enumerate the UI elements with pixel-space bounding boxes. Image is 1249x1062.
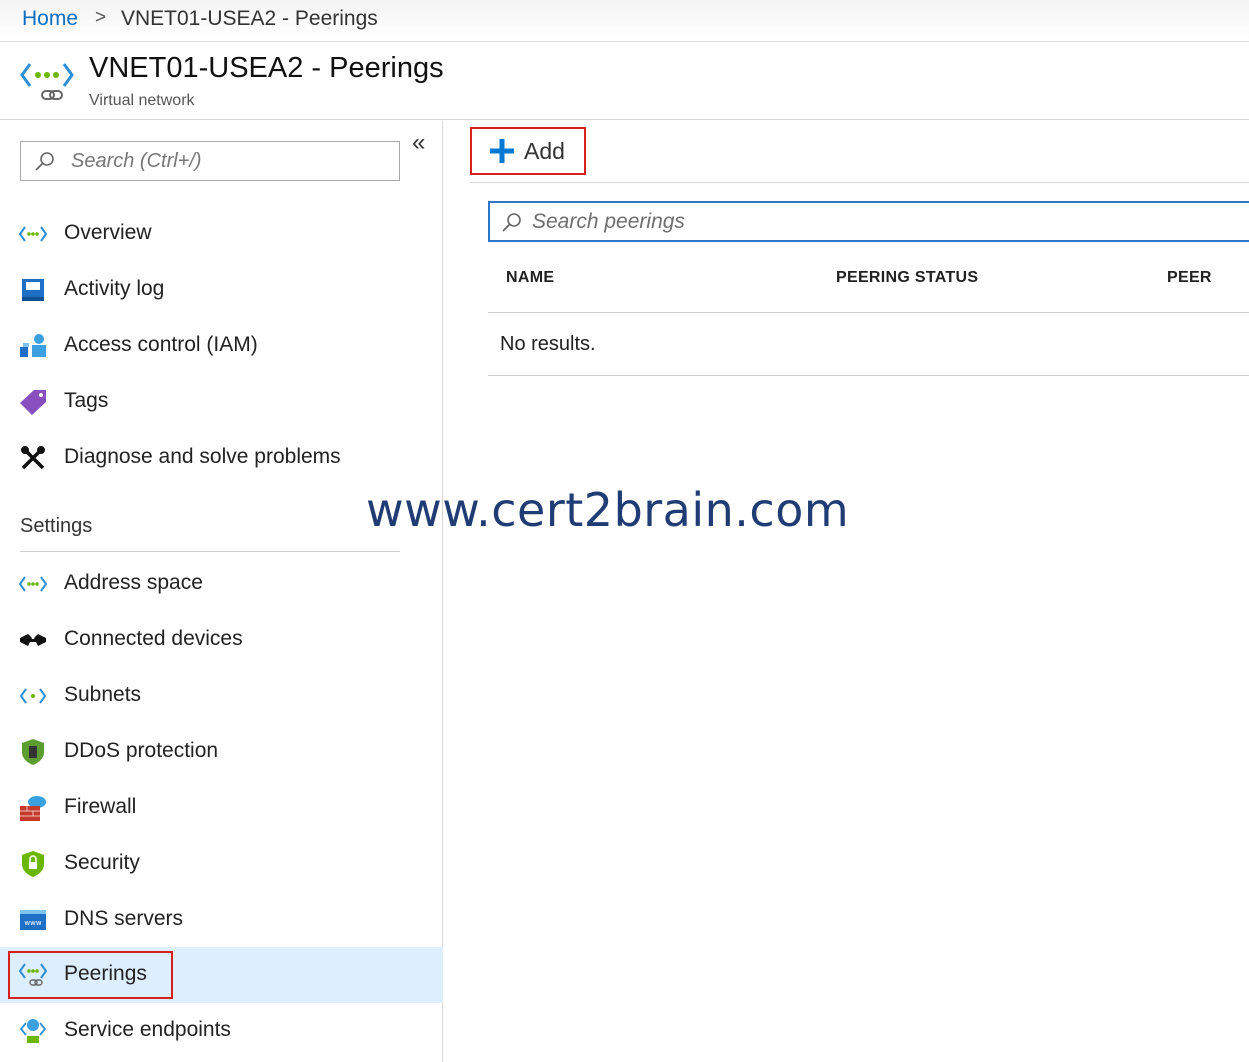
sidebar-item-label: Access control (IAM) <box>64 333 258 356</box>
search-icon <box>35 152 54 171</box>
sidebar-item-firewall[interactable]: Firewall <box>0 780 443 836</box>
sidebar-item-ddos-protection[interactable]: DDoS protection <box>0 724 443 780</box>
column-header-name[interactable]: NAME <box>506 269 554 287</box>
connected-devices-icon <box>18 626 48 654</box>
section-divider <box>20 551 400 552</box>
sidebar-item-diagnose[interactable]: Diagnose and solve problems <box>0 430 443 486</box>
settings-section-header: Settings <box>20 515 93 537</box>
vnet-icon <box>18 570 48 598</box>
page-subtitle: Virtual network <box>89 92 195 109</box>
svg-text:www: www <box>24 919 41 927</box>
security-shield-icon <box>18 850 48 878</box>
peerings-content: Add Search peerings NAME PEERING STATUS … <box>444 121 1249 1062</box>
sidebar-item-label: Subnets <box>64 683 142 706</box>
sidebar-item-overview[interactable]: Overview <box>0 206 443 262</box>
dns-icon: www <box>18 906 48 934</box>
peerings-highlight-box <box>8 951 173 999</box>
sidebar-item-activity-log[interactable]: Activity log <box>0 262 443 318</box>
menu-search-placeholder: Search (Ctrl+/) <box>71 149 202 172</box>
sidebar-item-label: DDoS protection <box>64 739 219 762</box>
watermark-text: www.cert2brain.com <box>366 483 850 537</box>
breadcrumb-home-link[interactable]: Home <box>22 7 78 31</box>
sidebar-item-service-endpoints[interactable]: Service endpoints <box>0 1003 443 1059</box>
sidebar-item-label: Diagnose and solve problems <box>64 445 341 468</box>
sidebar-item-address-space[interactable]: Address space <box>0 556 443 612</box>
sidebar-item-label: Address space <box>64 571 203 594</box>
peerings-search-input[interactable]: Search peerings <box>488 201 1249 242</box>
wrench-icon <box>18 444 48 472</box>
menu-search-input[interactable]: Search (Ctrl+/) <box>20 141 400 181</box>
sidebar-item-label: Activity log <box>64 277 165 300</box>
breadcrumb-separator: > <box>95 7 107 28</box>
sidebar-item-connected-devices[interactable]: Connected devices <box>0 612 443 668</box>
add-button-label: Add <box>524 137 565 164</box>
iam-icon <box>18 332 48 360</box>
vnet-icon <box>18 220 48 248</box>
command-bar: Add <box>470 121 1249 183</box>
column-header-peering-status[interactable]: PEERING STATUS <box>836 269 978 287</box>
sidebar-item-label: Firewall <box>64 795 137 818</box>
shield-icon <box>18 738 48 766</box>
column-header-peer[interactable]: PEER <box>1167 269 1212 287</box>
breadcrumb: Home > VNET01-USEA2 - Peerings <box>0 0 1249 42</box>
firewall-icon <box>18 794 48 822</box>
blade-header: VNET01-USEA2 - Peerings Virtual network <box>0 42 1249 120</box>
table-row: No results. <box>488 313 1249 376</box>
activity-log-icon <box>18 276 48 304</box>
vnet-peering-icon <box>20 63 74 100</box>
sidebar-item-security[interactable]: Security <box>0 836 443 892</box>
peerings-search-placeholder: Search peerings <box>532 209 685 233</box>
sidebar-item-tags[interactable]: Tags <box>0 374 443 430</box>
sidebar-item-label: Overview <box>64 221 152 244</box>
sidebar-item-subnets[interactable]: Subnets <box>0 668 443 724</box>
sidebar-item-label: Security <box>64 851 140 874</box>
sidebar-item-access-control[interactable]: Access control (IAM) <box>0 318 443 374</box>
empty-results-text: No results. <box>500 333 596 355</box>
breadcrumb-current: VNET01-USEA2 - Peerings <box>121 7 378 30</box>
tag-icon <box>18 388 48 416</box>
resource-menu: « Search (Ctrl+/) Overview Activity log … <box>0 121 443 1062</box>
plus-icon <box>490 139 514 163</box>
sidebar-item-dns-servers[interactable]: www DNS servers <box>0 892 443 948</box>
sidebar-item-label: DNS servers <box>64 907 184 930</box>
sidebar-item-label: Connected devices <box>64 627 243 650</box>
collapse-menu-button[interactable]: « <box>412 129 425 157</box>
service-endpoint-icon <box>18 1017 48 1045</box>
sidebar-item-label: Service endpoints <box>64 1018 231 1041</box>
subnet-icon <box>18 682 48 710</box>
add-peering-button[interactable]: Add <box>470 127 586 175</box>
page-title: VNET01-USEA2 - Peerings <box>89 52 444 84</box>
sidebar-item-label: Tags <box>64 389 109 412</box>
search-icon <box>502 212 521 232</box>
table-header: NAME PEERING STATUS PEER <box>488 256 1249 313</box>
